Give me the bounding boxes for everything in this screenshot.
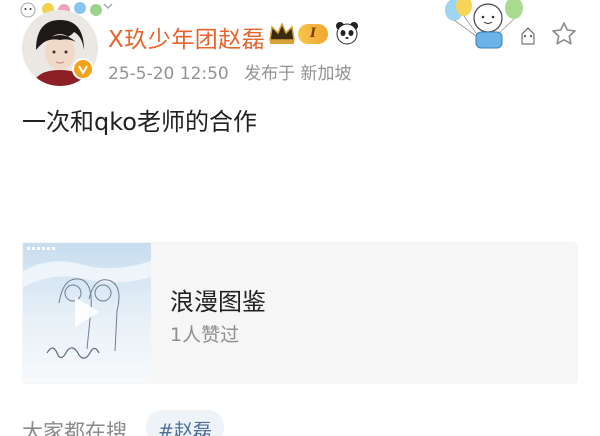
play-icon[interactable] — [69, 293, 103, 331]
crown-badge-icon[interactable] — [268, 20, 296, 46]
star-icon[interactable] — [551, 21, 577, 47]
trending-search-label: 大家都在搜 — [22, 420, 127, 436]
trending-search-tag[interactable]: #赵磊 — [146, 410, 224, 436]
music-card[interactable]: 浪漫图鉴 1人赞过 — [22, 242, 578, 384]
post-location: 发布于 新加坡 — [244, 64, 352, 84]
verified-v-icon — [72, 58, 94, 80]
album-cover[interactable] — [23, 243, 151, 383]
post-text: 一次和qko老师的合作 — [22, 108, 257, 136]
level-badge[interactable]: I — [298, 24, 328, 44]
post-meta: 25-5-20 12:50 发布于 新加坡 — [108, 59, 362, 84]
panda-badge-icon[interactable] — [334, 20, 360, 46]
music-title[interactable]: 浪漫图鉴 — [170, 282, 266, 317]
author-name[interactable]: X玖少年团赵磊 — [108, 20, 265, 54]
post-date: 25-5-20 12:50 — [108, 64, 229, 84]
music-likes: 1人赞过 — [170, 324, 240, 346]
